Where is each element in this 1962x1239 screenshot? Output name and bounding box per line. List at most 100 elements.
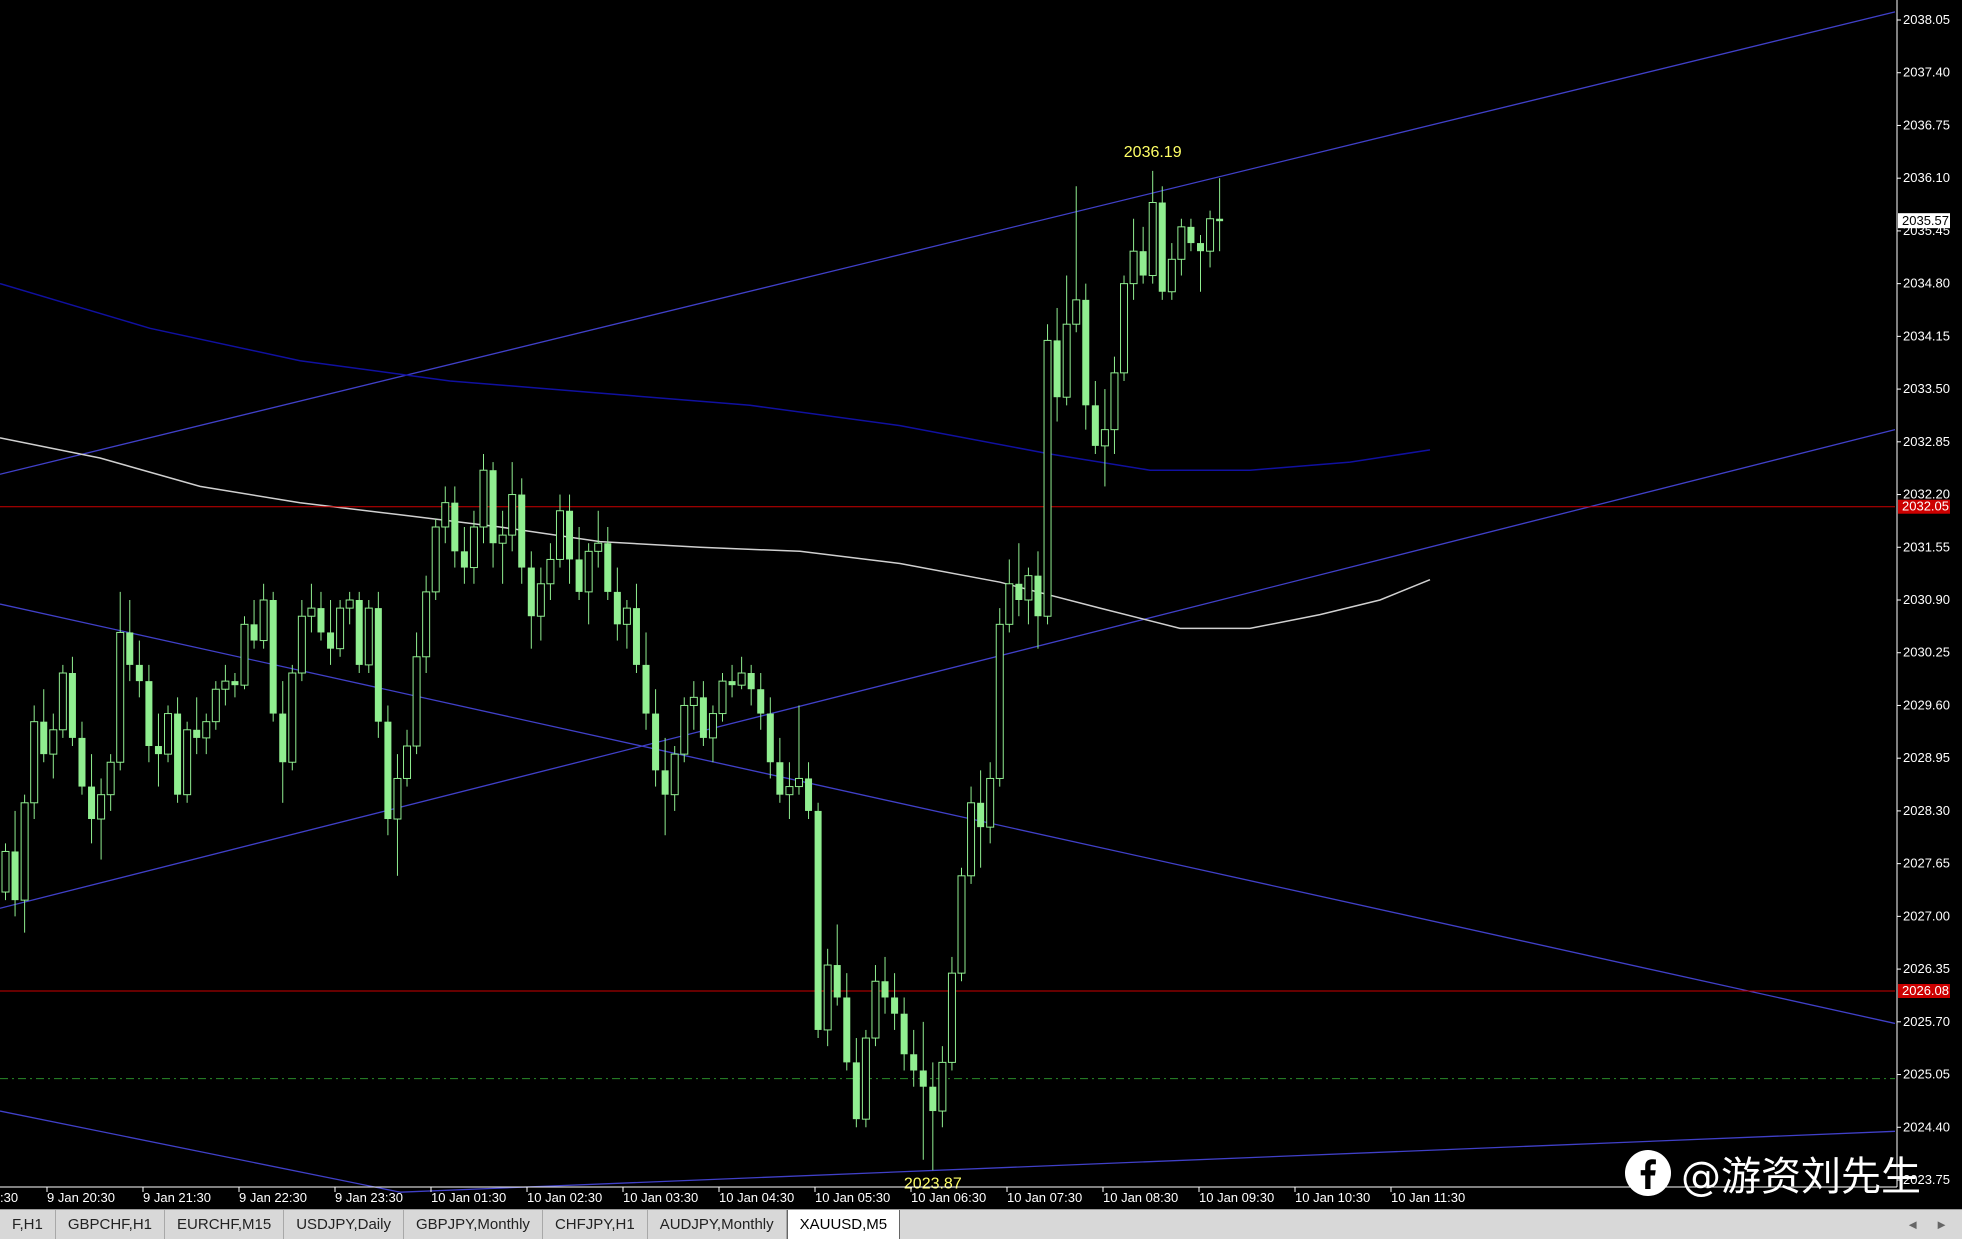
candle-body (1034, 575, 1042, 617)
candle-body (757, 689, 765, 714)
candle-body (422, 591, 431, 658)
candle-body (785, 786, 794, 796)
candle-body (479, 469, 488, 528)
candle-body (728, 681, 736, 686)
candle-body (327, 632, 335, 649)
candle-body (174, 713, 182, 795)
chart-tab[interactable]: USDJPY,Daily (284, 1210, 404, 1239)
candle-body (1, 850, 10, 893)
price-tick-label: 2036.75 (1903, 117, 1950, 132)
price-tick-label: 2031.55 (1903, 539, 1950, 554)
candle-body (1177, 226, 1186, 260)
candle-body (183, 729, 192, 796)
candle-body (805, 778, 813, 811)
candle-body (451, 502, 459, 552)
time-tick-label: 10 Jan 06:30 (911, 1190, 986, 1205)
candle-body (240, 623, 249, 686)
candle-body (555, 510, 564, 560)
candle-body (1129, 250, 1138, 285)
candle-body (11, 851, 19, 901)
time-tick-label: 10 Jan 03:30 (623, 1190, 698, 1205)
candle-body (566, 510, 574, 560)
time-tick-label: 9 Jan 21:30 (143, 1190, 211, 1205)
candle-body (1072, 299, 1081, 325)
candle-body (1206, 218, 1215, 252)
candle-body (269, 600, 277, 714)
chart-tab[interactable]: GBPJPY,Monthly (404, 1210, 543, 1239)
candle-body (1197, 243, 1204, 252)
candle-body (403, 745, 412, 779)
candle-body (1167, 258, 1176, 293)
candle-body (900, 1013, 908, 1055)
candle-body (794, 777, 803, 788)
price-tick-label: 2038.05 (1903, 12, 1950, 27)
candle-body (469, 526, 478, 569)
chart-tab[interactable]: AUDJPY,Monthly (648, 1210, 787, 1239)
time-tick-label: 10 Jan 04:30 (719, 1190, 794, 1205)
candle-body (823, 964, 832, 1031)
time-tick-label: 10 Jan 08:30 (1103, 1190, 1178, 1205)
candle-body (1187, 226, 1195, 244)
candle-body (40, 721, 48, 755)
time-tick-label: 9 Jan 22:30 (239, 1190, 307, 1205)
candle-body (88, 786, 96, 820)
candle-body (211, 688, 220, 723)
price-tick-label: 2034.15 (1903, 328, 1950, 343)
candle-body (78, 737, 86, 787)
tab-scroll-right-icon[interactable]: ► (1935, 1217, 1948, 1232)
chart-tab[interactable]: F,H1 (0, 1210, 56, 1239)
candle-body (642, 664, 650, 714)
candle-body (575, 559, 583, 592)
candle-body (613, 591, 621, 625)
candle-body (1120, 283, 1129, 374)
price-tick-label: 2027.00 (1903, 908, 1950, 923)
candle-body (431, 526, 440, 593)
candle-body (441, 502, 450, 528)
candle-body (374, 608, 382, 722)
time-tick-label: 9 Jan 23:30 (335, 1190, 403, 1205)
candle-body (680, 704, 689, 755)
price-tick-label: 2027.65 (1903, 856, 1950, 871)
candle-body (231, 681, 239, 686)
candle-body (355, 600, 363, 665)
candle-body (881, 981, 889, 998)
chart-tab[interactable]: GBPCHF,H1 (56, 1210, 166, 1239)
candle-body (977, 802, 985, 828)
candle-body (384, 721, 392, 820)
candle-body (737, 672, 746, 686)
candle-body (508, 494, 517, 536)
price-tick-label: 2025.05 (1903, 1067, 1950, 1082)
time-tick-label: 10 Jan 11:30 (1391, 1190, 1465, 1205)
candle-body (336, 607, 345, 650)
chart-tab[interactable]: CHFJPY,H1 (543, 1210, 648, 1239)
time-tick-label: 9 Jan 20:30 (47, 1190, 115, 1205)
watermark: @游资刘先生 (1625, 1145, 1921, 1201)
candle-body (97, 794, 106, 820)
candle-body (412, 656, 421, 747)
candle-body (288, 672, 297, 763)
price-tick-label: 2036.10 (1903, 170, 1950, 185)
candle-body (708, 713, 717, 739)
price-tick-label: 2030.25 (1903, 645, 1950, 660)
chart-tab[interactable]: EURCHF,M15 (165, 1210, 285, 1239)
candle-body (145, 681, 153, 747)
price-chart[interactable]: 2036.192023.87 2038.052037.402036.752036… (0, 0, 1962, 1209)
candle-body (947, 972, 956, 1063)
price-tick-label: 2029.60 (1903, 697, 1950, 712)
candle-body (584, 550, 593, 593)
candle-body (164, 713, 173, 755)
tab-scroll-left-icon[interactable]: ◄ (1906, 1217, 1919, 1232)
watermark-text: @游资刘先生 (1681, 1154, 1921, 1200)
candle-body (661, 770, 669, 795)
chart-tab[interactable]: XAUUSD,M5 (786, 1210, 901, 1239)
candle-body (1139, 251, 1147, 276)
time-tick-label: 10 Jan 02:30 (527, 1190, 602, 1205)
price-tick-label: 2032.85 (1903, 434, 1950, 449)
candle-body (345, 599, 354, 609)
candle-body (135, 664, 143, 682)
candle-body (1091, 405, 1099, 446)
candle-body (116, 631, 125, 763)
candle-body (919, 1070, 927, 1087)
candle-body (279, 713, 287, 763)
candle-body (938, 1061, 947, 1112)
